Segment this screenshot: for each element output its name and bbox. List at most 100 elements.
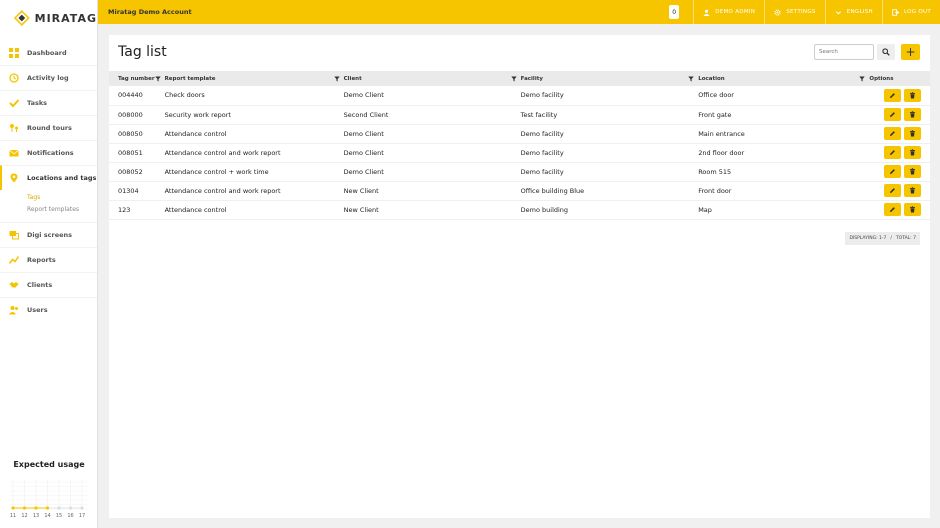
- user-menu-label: Demo admin: [715, 9, 756, 15]
- table-row[interactable]: 01304 Attendance control and work report N…: [109, 181, 930, 200]
- table-row[interactable]: 008050 Attendance control Demo Client Demo …: [109, 124, 930, 143]
- usage-tick-label: 17: [79, 513, 85, 519]
- table-cell: Demo facility: [520, 129, 564, 138]
- usage-tick-label: 12: [21, 513, 27, 519]
- filter-icon[interactable]: [333, 76, 340, 82]
- pencil-icon: [890, 92, 895, 98]
- filter-icon[interactable]: [688, 76, 694, 82]
- sidebar-item-dashboard[interactable]: Dashboard: [0, 40, 97, 65]
- pagination-info: Displaying: 1-7 / Total: 7: [845, 232, 920, 245]
- column-header-tag-number[interactable]: Tag number: [109, 71, 165, 86]
- delete-button[interactable]: [904, 108, 921, 121]
- column-header-label: Options: [869, 75, 894, 82]
- sidebar-item-label: Clients: [27, 281, 53, 289]
- envelope-icon: [9, 148, 19, 158]
- language-menu[interactable]: English: [826, 0, 882, 24]
- expected-usage-widget: Expected usage 11 12 13 14 15 16 17: [0, 456, 98, 528]
- sidebar-item-tasks[interactable]: Tasks: [0, 90, 97, 115]
- table-body: 004440 Check doors Demo Client Demo facilit…: [109, 86, 930, 219]
- table-cell: Office door: [698, 91, 734, 100]
- pencil-icon: [890, 150, 895, 155]
- table-cell: 123: [118, 205, 131, 214]
- edit-button[interactable]: [884, 165, 901, 178]
- logout-label: Log out: [903, 9, 931, 15]
- subnav-item-tags[interactable]: Tags: [27, 192, 97, 204]
- table-cell: Check doors: [164, 91, 205, 100]
- usage-point: [34, 506, 38, 510]
- usage-point: [80, 506, 84, 510]
- settings-menu[interactable]: Settings: [765, 0, 824, 24]
- sidebar-item-users[interactable]: Users: [0, 297, 97, 322]
- pencil-icon: [890, 131, 895, 136]
- edit-button[interactable]: [884, 146, 901, 159]
- users-icon: [9, 305, 19, 315]
- grid-icon: [9, 47, 19, 58]
- table-row[interactable]: 123 Attendance control New Client Demo buil…: [109, 200, 930, 219]
- column-header-location[interactable]: Location: [698, 71, 869, 86]
- logo[interactable]: MIRATAG: [0, 0, 97, 36]
- edit-button[interactable]: [884, 127, 901, 140]
- filter-icon[interactable]: [154, 76, 161, 82]
- sidebar-subnav: Tags Report templates: [0, 190, 97, 222]
- delete-button[interactable]: [904, 127, 921, 140]
- edit-button[interactable]: [884, 88, 901, 102]
- sidebar-item-round-tours[interactable]: Round tours: [0, 115, 97, 140]
- notification-badge[interactable]: 0: [669, 5, 680, 19]
- sidebar-item-label: Locations and tags: [27, 174, 97, 182]
- table-cell: Demo Client: [343, 129, 384, 138]
- logout-button[interactable]: Log out: [883, 0, 940, 24]
- search-button[interactable]: [877, 44, 895, 60]
- table-row[interactable]: 008051 Attendance control and work report…: [109, 143, 930, 162]
- usage-tick-label: 11: [10, 513, 16, 519]
- sidebar-item-notifications[interactable]: Notifications: [0, 140, 97, 165]
- delete-button[interactable]: [904, 146, 921, 159]
- column-header-client[interactable]: Client: [344, 71, 521, 86]
- row-options: [869, 162, 930, 181]
- language-label: English: [846, 9, 873, 15]
- column-header-options[interactable]: Options: [869, 71, 930, 86]
- check-icon: [9, 98, 19, 108]
- delete-button[interactable]: [904, 203, 921, 216]
- column-header-report-template[interactable]: Report template: [165, 71, 344, 86]
- pin-icon: [9, 173, 19, 183]
- sidebar-item-clients[interactable]: Clients: [0, 272, 97, 297]
- add-tag-button[interactable]: +: [901, 44, 920, 60]
- user-menu[interactable]: Demo admin: [694, 0, 764, 24]
- edit-button[interactable]: [884, 184, 901, 197]
- page-title: Tag list: [118, 44, 167, 60]
- sidebar-item-activity-log[interactable]: Activity log: [0, 65, 97, 90]
- table-cell: 2nd floor door: [698, 148, 745, 157]
- search-input[interactable]: [814, 44, 874, 60]
- sidebar-item-reports[interactable]: Reports: [0, 247, 97, 272]
- table-row[interactable]: 004440 Check doors Demo Client Demo facilit…: [109, 86, 930, 105]
- sidebar-item-digi-screens[interactable]: Digi screens: [0, 222, 97, 247]
- edit-button[interactable]: [884, 203, 901, 216]
- filter-icon[interactable]: [510, 76, 517, 82]
- miratag-logo-icon: [14, 10, 30, 26]
- route-pins-icon: [9, 123, 19, 133]
- logout-icon: [892, 8, 899, 16]
- pencil-icon: [890, 207, 895, 212]
- table-header-row: Tag number Report template Client Facility L…: [109, 71, 930, 86]
- edit-button[interactable]: [884, 108, 901, 121]
- table-row[interactable]: 008000 Security work report Second Client T…: [109, 105, 930, 124]
- column-header-label: Facility: [520, 75, 543, 82]
- expected-usage-title: Expected usage: [13, 460, 85, 469]
- delete-button[interactable]: [904, 165, 921, 178]
- delete-button[interactable]: [904, 184, 921, 197]
- main-panel: Tag list + Tag number Report template Clie…: [109, 35, 930, 518]
- table-cell: 008052: [118, 167, 143, 176]
- sidebar-nav: Dashboard Activity log Tasks Round tours Not…: [0, 40, 97, 322]
- table-row[interactable]: 008052 Attendance control + work time Demo…: [109, 162, 930, 181]
- column-header-facility[interactable]: Facility: [521, 71, 699, 86]
- delete-button[interactable]: [904, 88, 921, 102]
- sidebar-item-label: Reports: [27, 256, 56, 264]
- filter-icon[interactable]: [859, 76, 866, 82]
- table-cell: 008000: [118, 110, 143, 119]
- subnav-item-report-templates[interactable]: Report templates: [27, 204, 97, 216]
- sidebar-item-label: Dashboard: [27, 48, 67, 57]
- sidebar-item-locations-and-tags[interactable]: Locations and tags: [0, 165, 97, 190]
- expected-usage-chart: 11 12 13 14 15 16 17: [10, 480, 88, 519]
- sidebar-item-label: Round tours: [27, 124, 72, 132]
- tag-table: Tag number Report template Client Facility L…: [109, 71, 930, 220]
